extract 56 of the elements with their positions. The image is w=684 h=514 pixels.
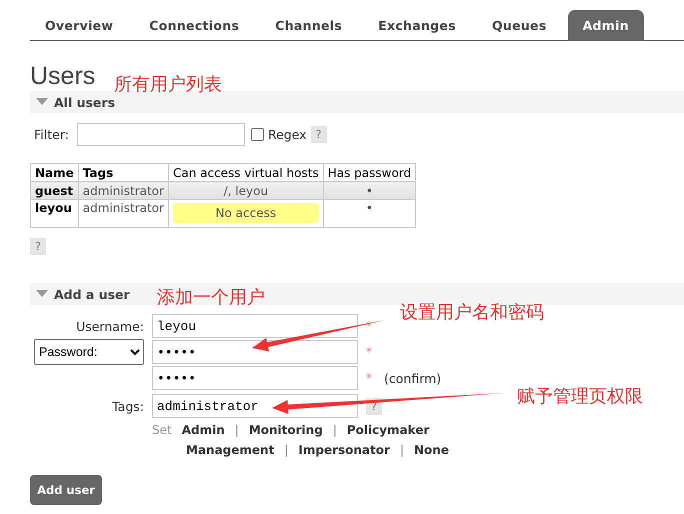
annotation-text: 所有用户列表 (114, 73, 222, 96)
nav-tab[interactable]: Admin (568, 10, 644, 40)
column-header: Can access virtual hosts (168, 164, 324, 182)
no-access-badge: No access (172, 203, 319, 223)
username-label: Username: (75, 318, 144, 334)
filter-label: Filter: (34, 127, 69, 142)
tag-link[interactable]: Monitoring (248, 423, 323, 437)
tag-link[interactable]: Policymaker (346, 423, 430, 437)
user-name-cell[interactable]: leyou (30, 200, 78, 228)
tag-link[interactable]: Admin (182, 423, 225, 437)
nav-tab[interactable]: Channels (260, 10, 358, 40)
required-marker: * (366, 319, 372, 333)
regex-label: Regex (268, 127, 307, 142)
help-button[interactable]: ? (310, 126, 327, 143)
set-label: Set (152, 423, 172, 437)
page-title: Users (30, 62, 96, 91)
tags-field[interactable]: administrator (152, 394, 358, 418)
separator: | (332, 423, 337, 437)
column-header: Has password (323, 164, 416, 182)
confirm-note: (confirm) (384, 370, 442, 386)
tag-link[interactable]: None (414, 443, 449, 457)
nav-tab[interactable]: Overview (30, 10, 128, 40)
filter-field[interactable] (76, 123, 245, 146)
annotation-text: 赋予管理页权限 (517, 385, 643, 408)
section-title[interactable]: All users (54, 94, 116, 110)
tag-link[interactable]: Management (186, 443, 274, 457)
add-user-button[interactable]: Add user (30, 475, 102, 505)
separator: | (234, 423, 239, 437)
column-header: Name (30, 164, 78, 182)
has-password-cell: • (323, 200, 416, 228)
section-title[interactable]: Add a user (54, 286, 130, 302)
confirm-password-field[interactable]: ••••• (152, 366, 358, 390)
separator: | (284, 443, 288, 457)
help-button[interactable]: ? (30, 238, 46, 255)
collapse-triangle-icon[interactable] (36, 290, 48, 298)
collapse-triangle-icon[interactable] (36, 98, 48, 106)
nav-tab[interactable]: Queues (476, 10, 562, 40)
user-name-cell[interactable]: guest (30, 182, 78, 200)
regex-checkbox[interactable] (250, 128, 264, 141)
has-password-cell: • (323, 182, 416, 200)
password-type-select[interactable]: Password: (34, 339, 144, 365)
tags-label: Tags: (111, 398, 144, 414)
required-marker: * (366, 345, 372, 359)
username-field[interactable]: leyou (152, 314, 358, 338)
tags-cell: administrator (78, 182, 168, 200)
tags-cell: administrator (78, 200, 168, 228)
tag-link[interactable]: Impersonator (298, 443, 390, 457)
column-header: Tags (78, 164, 168, 182)
nav-tab[interactable]: Connections (134, 10, 254, 40)
required-marker: * (366, 371, 372, 385)
vhosts-cell: /, leyou (168, 182, 324, 200)
nav-tab[interactable]: Exchanges (363, 10, 471, 40)
password-field[interactable]: ••••• (152, 340, 358, 364)
separator: | (400, 443, 404, 457)
annotation-text: 设置用户名和密码 (400, 301, 544, 324)
annotation-text: 添加一个用户 (157, 286, 265, 309)
